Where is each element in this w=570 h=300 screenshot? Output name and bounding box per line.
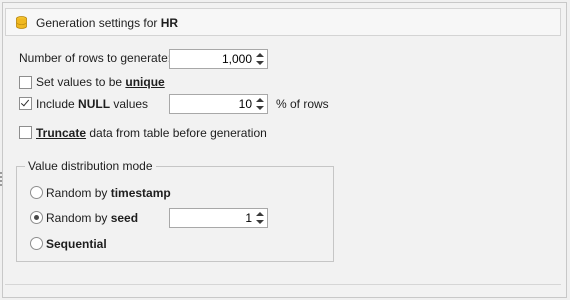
rows-label: Number of rows to generate:: [19, 51, 172, 65]
bottom-divider: [5, 284, 561, 285]
distribution-group-title: Value distribution mode: [25, 159, 156, 173]
spin-arrows-icon[interactable]: [254, 210, 266, 226]
rows-input[interactable]: [172, 51, 254, 67]
null-percent-input[interactable]: [172, 96, 254, 112]
spin-down-icon[interactable]: [256, 61, 264, 65]
settings-header: Generation settings for HR: [5, 8, 561, 36]
spin-down-icon[interactable]: [256, 220, 264, 224]
random-timestamp-label: Random by timestamp: [46, 186, 171, 200]
radio-random-seed[interactable]: [30, 211, 43, 224]
truncate-checkbox[interactable]: [19, 126, 32, 139]
rows-spinner[interactable]: [169, 49, 268, 69]
spin-up-icon[interactable]: [256, 53, 264, 57]
random-seed-label: Random by seed: [46, 211, 139, 225]
unique-label: Set values to be unique: [36, 75, 165, 89]
radio-sequential[interactable]: [30, 237, 43, 250]
spin-up-icon[interactable]: [256, 212, 264, 216]
radio-random-timestamp[interactable]: [30, 186, 43, 199]
include-null-label: Include NULL values: [36, 97, 149, 111]
spin-arrows-icon[interactable]: [254, 51, 266, 67]
header-title: Generation settings for HR: [36, 16, 179, 30]
table-name: HR: [160, 16, 179, 30]
spin-up-icon[interactable]: [256, 98, 264, 102]
seed-input[interactable]: [172, 210, 254, 226]
spin-arrows-icon[interactable]: [254, 96, 266, 112]
splitter-handle[interactable]: [0, 172, 3, 188]
database-icon: [16, 16, 27, 29]
unique-checkbox[interactable]: [19, 76, 32, 89]
percent-of-rows-label: % of rows: [276, 97, 329, 111]
truncate-label: Truncate data from table before generati…: [36, 126, 267, 140]
sequential-label: Sequential: [46, 237, 107, 251]
null-percent-spinner[interactable]: [169, 94, 268, 114]
seed-spinner[interactable]: [169, 208, 268, 228]
include-null-checkbox[interactable]: [19, 97, 32, 110]
spin-down-icon[interactable]: [256, 106, 264, 110]
